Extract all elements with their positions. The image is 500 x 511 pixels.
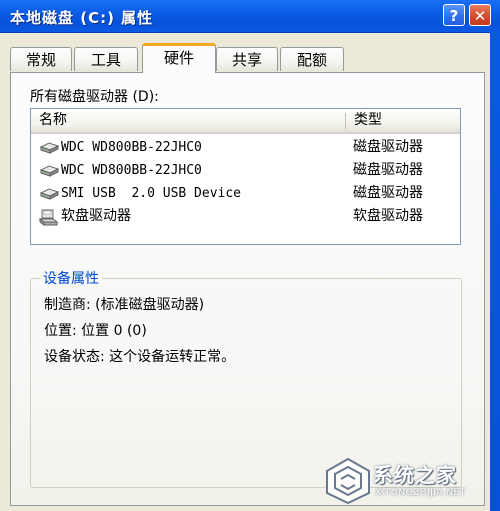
device-type: 磁盘驱动器 bbox=[353, 139, 423, 155]
tab-general[interactable]: 常规 bbox=[10, 47, 72, 71]
watermark-title: 系统之家 bbox=[373, 463, 457, 487]
help-button[interactable]: ? bbox=[443, 4, 465, 26]
tab-sharing[interactable]: 共享 bbox=[216, 47, 278, 71]
hard-disk-icon bbox=[39, 140, 60, 156]
watermark-url: XITONGZHIJIA.NET bbox=[375, 488, 466, 498]
device-list[interactable]: 名称 类型 WDC WD800BB-22JHC0 磁盘驱动器 WDC WD800… bbox=[30, 108, 461, 245]
hard-disk-icon bbox=[39, 186, 60, 202]
title-bar[interactable]: 本地磁盘 (C:) 属性 ? ✕ bbox=[0, 0, 500, 33]
location-text: 位置: 位置 0 (0) bbox=[44, 323, 147, 339]
column-header-name[interactable]: 名称 bbox=[31, 109, 345, 132]
column-header-type[interactable]: 类型 bbox=[346, 109, 460, 132]
list-item[interactable]: WDC WD800BB-22JHC0 磁盘驱动器 bbox=[31, 136, 460, 159]
window-title: 本地磁盘 (C:) 属性 bbox=[10, 9, 154, 27]
window-border bbox=[490, 31, 500, 511]
site-watermark: 系统之家 XITONGZHIJIA.NET bbox=[325, 455, 495, 507]
tab-quota[interactable]: 配额 bbox=[280, 47, 344, 71]
device-name: SMI USB 2.0 USB Device bbox=[61, 186, 242, 201]
list-item[interactable]: 软盘驱动器 软盘驱动器 bbox=[31, 205, 460, 228]
watermark-logo-icon bbox=[326, 457, 370, 505]
device-name: WDC WD800BB-22JHC0 bbox=[61, 163, 202, 178]
device-type: 磁盘驱动器 bbox=[353, 185, 423, 201]
device-name: WDC WD800BB-22JHC0 bbox=[61, 140, 202, 155]
list-header: 名称 类型 bbox=[31, 109, 460, 134]
floppy-drive-icon bbox=[38, 209, 59, 226]
close-button[interactable]: ✕ bbox=[469, 4, 491, 26]
manufacturer-text: 制造商: (标准磁盘驱动器) bbox=[44, 297, 205, 313]
list-item[interactable]: SMI USB 2.0 USB Device 磁盘驱动器 bbox=[31, 182, 460, 205]
device-type: 磁盘驱动器 bbox=[353, 162, 423, 178]
device-type: 软盘驱动器 bbox=[353, 208, 423, 224]
tab-tools[interactable]: 工具 bbox=[74, 47, 138, 71]
device-name: 软盘驱动器 bbox=[61, 208, 131, 224]
all-disk-drives-label: 所有磁盘驱动器 (D): bbox=[30, 89, 159, 105]
device-status-text: 设备状态: 这个设备运转正常。 bbox=[44, 349, 236, 365]
device-properties-title: 设备属性 bbox=[40, 268, 102, 288]
tab-hardware[interactable]: 硬件 bbox=[142, 43, 216, 73]
hard-disk-icon bbox=[39, 163, 60, 179]
list-item[interactable]: WDC WD800BB-22JHC0 磁盘驱动器 bbox=[31, 159, 460, 182]
